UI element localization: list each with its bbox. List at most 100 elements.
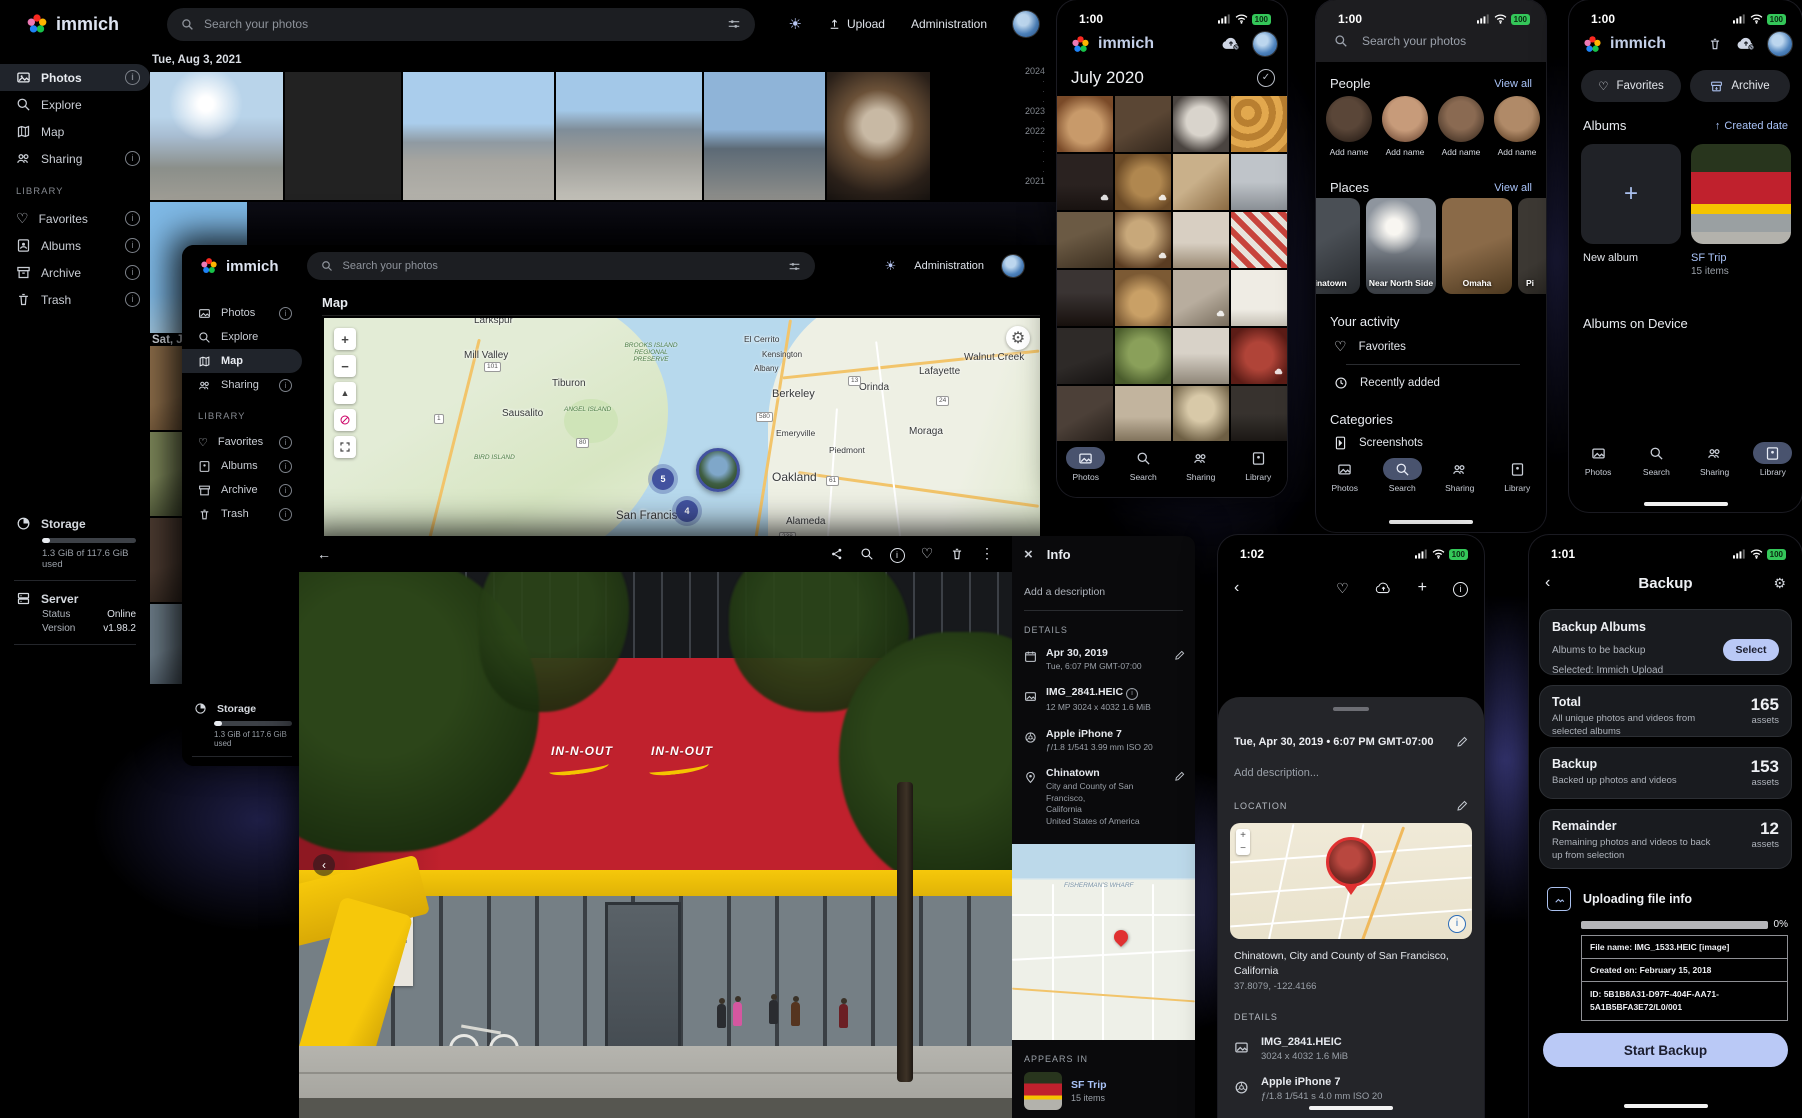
nav-photos[interactable]: Photos bbox=[1319, 458, 1371, 493]
favorites-row[interactable]: ♡Favorites bbox=[1316, 338, 1546, 355]
view-all-link[interactable]: View all bbox=[1494, 78, 1532, 90]
sidebar-item-explore[interactable]: Explore bbox=[182, 325, 302, 349]
back-icon[interactable]: ‹ bbox=[1234, 579, 1239, 597]
favorite-icon[interactable]: ♡ bbox=[912, 545, 942, 563]
photo-tile[interactable] bbox=[1057, 386, 1113, 442]
info-icon[interactable]: i bbox=[125, 211, 140, 226]
edit-date-icon[interactable] bbox=[1174, 647, 1185, 672]
info-icon[interactable]: i bbox=[279, 484, 292, 497]
nav-photos[interactable]: Photos bbox=[1572, 442, 1624, 477]
avatar[interactable] bbox=[1002, 255, 1024, 277]
photo-tile[interactable] bbox=[1057, 154, 1113, 210]
info-icon[interactable]: i bbox=[125, 70, 140, 85]
photo-tile[interactable] bbox=[556, 72, 702, 200]
photo-tile[interactable] bbox=[1231, 96, 1287, 152]
share-icon[interactable] bbox=[822, 545, 852, 563]
place-card[interactable]: Chinatown bbox=[1316, 198, 1360, 294]
photo-tile[interactable] bbox=[1231, 386, 1287, 442]
zoom-out-button[interactable]: − bbox=[334, 355, 356, 377]
sidebar-item-archive[interactable]: Archive i bbox=[0, 259, 150, 286]
add-name-label[interactable]: Add name bbox=[1326, 142, 1372, 157]
photo-tile[interactable] bbox=[704, 72, 825, 200]
home-indicator[interactable] bbox=[1309, 1106, 1393, 1110]
photo-tile[interactable] bbox=[1231, 154, 1287, 210]
administration-link[interactable]: Administration bbox=[914, 260, 984, 272]
recently-added-row[interactable]: Recently added bbox=[1316, 376, 1546, 390]
photo-tile[interactable] bbox=[827, 72, 930, 200]
trash-icon[interactable] bbox=[942, 545, 972, 563]
photo-tile[interactable] bbox=[1173, 96, 1229, 152]
backup-cloud-icon[interactable] bbox=[1736, 35, 1756, 53]
favorite-icon[interactable]: ♡ bbox=[1336, 580, 1349, 597]
map-settings-button[interactable]: ⚙ bbox=[1006, 326, 1030, 350]
add-description-field[interactable]: Add a description bbox=[1012, 572, 1195, 598]
filter-icon[interactable] bbox=[727, 17, 741, 32]
edit-location-icon[interactable] bbox=[1456, 797, 1468, 815]
favorites-button[interactable]: ♡Favorites bbox=[1581, 70, 1681, 102]
photo-tile[interactable] bbox=[1057, 212, 1113, 268]
photo-tile[interactable] bbox=[1231, 212, 1287, 268]
sidebar-item-favorites[interactable]: ♡Favoritesi bbox=[182, 430, 302, 454]
album-card[interactable] bbox=[1691, 144, 1791, 244]
photo-tile[interactable] bbox=[1115, 212, 1171, 268]
photo-tile[interactable] bbox=[150, 72, 283, 200]
search-input[interactable]: Search your photos bbox=[307, 252, 815, 280]
album-name[interactable]: SF Trip bbox=[1691, 252, 1726, 264]
sidebar-item-archive[interactable]: Archivei bbox=[182, 478, 302, 502]
photo-tile[interactable] bbox=[1231, 328, 1287, 384]
person-item[interactable]: Add name bbox=[1494, 96, 1540, 157]
previous-photo-button[interactable]: ‹ bbox=[313, 854, 335, 876]
nav-sharing[interactable]: Sharing bbox=[1689, 442, 1741, 477]
info-icon[interactable]: i bbox=[279, 436, 292, 449]
search-input[interactable]: Search your photos bbox=[167, 8, 755, 41]
album-link[interactable]: SF Trip 15 items bbox=[1024, 1072, 1107, 1110]
person-item[interactable]: Add name bbox=[1382, 96, 1428, 157]
map-info-icon[interactable]: i bbox=[1448, 915, 1466, 933]
photo-tile[interactable] bbox=[1173, 386, 1229, 442]
edit-location-icon[interactable] bbox=[1174, 767, 1185, 827]
sort-button[interactable]: ↑Created date bbox=[1715, 120, 1788, 132]
info-icon[interactable]: i bbox=[1126, 688, 1138, 700]
location-map-thumbnail[interactable]: i +− bbox=[1230, 823, 1472, 939]
photo-tile[interactable] bbox=[1057, 328, 1113, 384]
fullscreen-button[interactable] bbox=[334, 436, 356, 458]
sidebar-item-map[interactable]: Map bbox=[0, 118, 150, 145]
info-icon[interactable]: i bbox=[279, 307, 292, 320]
photo-viewer[interactable]: IN-N-OUT IN-N-OUT ‹ bbox=[299, 572, 1012, 1118]
place-card[interactable]: Near North Side bbox=[1366, 198, 1436, 294]
add-name-label[interactable]: Add name bbox=[1438, 142, 1484, 157]
info-icon[interactable]: i bbox=[279, 460, 292, 473]
info-icon[interactable]: i bbox=[279, 508, 292, 521]
info-icon[interactable]: i bbox=[125, 238, 140, 253]
add-name-label[interactable]: Add name bbox=[1494, 142, 1540, 157]
archive-button[interactable]: Archive bbox=[1690, 70, 1790, 102]
nav-search[interactable]: Search bbox=[1117, 447, 1169, 482]
filter-icon[interactable] bbox=[788, 260, 801, 273]
home-indicator[interactable] bbox=[1624, 1104, 1708, 1108]
photo-tile[interactable] bbox=[1115, 154, 1171, 210]
photo-tile[interactable] bbox=[1173, 212, 1229, 268]
add-icon[interactable]: + bbox=[1418, 579, 1427, 597]
photo-tile[interactable] bbox=[1115, 328, 1171, 384]
sidebar-item-trash[interactable]: Trashi bbox=[182, 502, 302, 526]
photo-tile[interactable] bbox=[1173, 328, 1229, 384]
home-indicator[interactable] bbox=[1389, 520, 1473, 524]
place-card[interactable]: Omaha bbox=[1442, 198, 1512, 294]
nav-library[interactable]: Library bbox=[1747, 442, 1799, 477]
theme-toggle-icon[interactable]: ☀ bbox=[788, 15, 801, 33]
new-album-button[interactable]: + bbox=[1581, 144, 1681, 244]
backup-cloud-icon[interactable] bbox=[1221, 35, 1241, 53]
info-icon[interactable]: i bbox=[125, 292, 140, 307]
map-photo-marker[interactable] bbox=[696, 448, 740, 492]
timeline-scrubber[interactable]: 2024 ··· 2023 · 2022 ···· 2021 bbox=[1025, 66, 1045, 186]
start-backup-button[interactable]: Start Backup bbox=[1543, 1033, 1788, 1067]
edit-date-icon[interactable] bbox=[1456, 733, 1468, 751]
view-all-link[interactable]: View all bbox=[1494, 182, 1532, 194]
clear-selection-button[interactable] bbox=[334, 409, 356, 431]
photo-tile[interactable] bbox=[1115, 386, 1171, 442]
upload-button[interactable]: Upload bbox=[828, 17, 885, 31]
back-icon[interactable]: ← bbox=[309, 546, 339, 562]
nav-sharing[interactable]: Sharing bbox=[1434, 458, 1486, 493]
select-button[interactable]: Select bbox=[1723, 639, 1779, 661]
screenshots-row[interactable]: Screenshots bbox=[1316, 436, 1546, 450]
